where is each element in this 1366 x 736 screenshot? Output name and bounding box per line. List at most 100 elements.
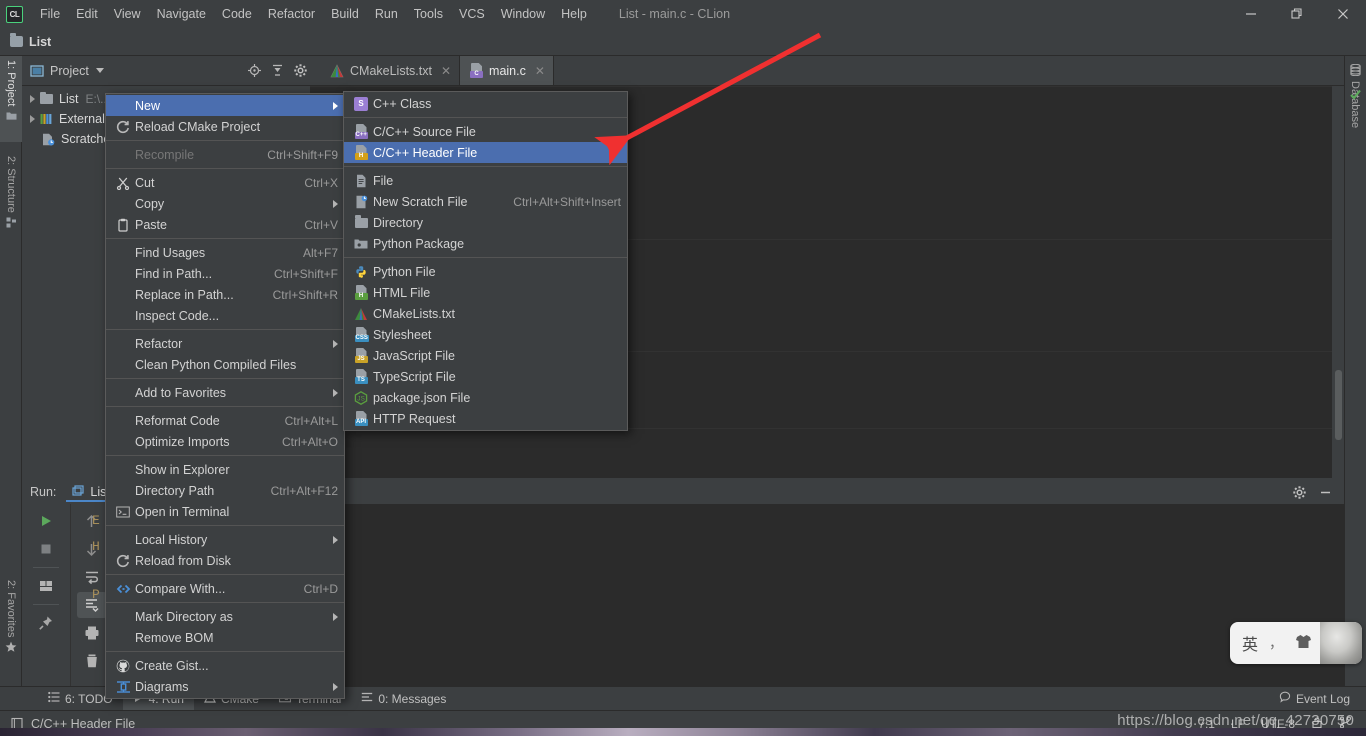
sidebar-item-favorites[interactable]: 2: Favorites xyxy=(0,576,22,680)
context-menu-item-label: Reformat Code xyxy=(135,414,271,428)
context-menu-item-label: Paste xyxy=(135,218,290,232)
context-menu-item-diagrams[interactable]: Diagrams xyxy=(106,676,344,697)
context-menu-item-show-in-explorer[interactable]: Show in Explorer xyxy=(106,459,344,480)
context-menu-item-reload-cmake-project[interactable]: Reload CMake Project xyxy=(106,116,344,137)
editor-error-stripe[interactable] xyxy=(1332,86,1344,478)
new-submenu-item-python-file[interactable]: Python File xyxy=(344,261,627,282)
stop-icon[interactable] xyxy=(31,536,61,562)
layout-icon[interactable] xyxy=(31,573,61,599)
new-submenu-item-typescript-file[interactable]: TSTypeScript File xyxy=(344,366,627,387)
title-bar: CL FileEditViewNavigateCodeRefactorBuild… xyxy=(0,0,1366,28)
menu-refactor[interactable]: Refactor xyxy=(260,4,323,24)
bottom-tab-messages[interactable]: 0: Messages xyxy=(351,687,456,711)
new-submenu-item-package-json-file[interactable]: JSpackage.json File xyxy=(344,387,627,408)
tab-cmakelists[interactable]: CMakeLists.txt ✕ xyxy=(320,56,460,85)
breadcrumb-project[interactable]: List xyxy=(29,35,51,49)
close-icon[interactable]: ✕ xyxy=(535,64,545,78)
new-submenu-item-c-c-source-file[interactable]: C++C/C++ Source File xyxy=(344,121,627,142)
menu-edit[interactable]: Edit xyxy=(68,4,106,24)
menu-window[interactable]: Window xyxy=(493,4,553,24)
new-submenu-item-javascript-file[interactable]: JSJavaScript File xyxy=(344,345,627,366)
new-submenu-item-new-scratch-file[interactable]: New Scratch FileCtrl+Alt+Shift+Insert xyxy=(344,191,627,212)
context-menu-item-directory-path[interactable]: Directory PathCtrl+Alt+F12 xyxy=(106,480,344,501)
chevron-right-icon[interactable] xyxy=(30,95,35,103)
event-log-button[interactable]: Event Log xyxy=(1269,687,1366,711)
new-submenu-item-html-file[interactable]: HHTML File xyxy=(344,282,627,303)
context-menu-item-shortcut: Ctrl+Alt+L xyxy=(285,414,338,428)
new-submenu-item-http-request[interactable]: APIHTTP Request xyxy=(344,408,627,429)
context-menu-item-refactor[interactable]: Refactor xyxy=(106,333,344,354)
left-tab-label: 2: Favorites xyxy=(5,580,17,637)
new-submenu-item-file[interactable]: File xyxy=(344,170,627,191)
editor-scrollbar-thumb[interactable] xyxy=(1335,370,1342,440)
chevron-down-icon[interactable] xyxy=(96,68,104,73)
shirt-icon[interactable] xyxy=(1295,634,1312,652)
menu-file[interactable]: File xyxy=(32,4,68,24)
sidebar-item-project[interactable]: 1: Project xyxy=(0,56,22,142)
ime-floating-bar[interactable]: 英 ， xyxy=(1230,622,1362,664)
context-menu[interactable]: NewReload CMake ProjectRecompileCtrl+Shi… xyxy=(105,93,345,699)
minimize-icon[interactable] xyxy=(1228,0,1274,28)
context-menu-item-mark-directory-as[interactable]: Mark Directory as xyxy=(106,606,344,627)
event-log-label: Event Log xyxy=(1296,692,1350,706)
collapse-all-icon[interactable] xyxy=(266,60,288,82)
new-submenu-item-c-c-header-file[interactable]: HC/C++ Header File xyxy=(344,142,627,163)
tab-main-c[interactable]: C main.c ✕ xyxy=(460,56,554,85)
new-submenu-item-cmakelists-txt[interactable]: CMakeLists.txt xyxy=(344,303,627,324)
context-menu-item-inspect-code[interactable]: Inspect Code... xyxy=(106,305,344,326)
context-menu-item-local-history[interactable]: Local History xyxy=(106,529,344,550)
tab-label: CMakeLists.txt xyxy=(350,64,432,78)
menu-code[interactable]: Code xyxy=(214,4,260,24)
context-menu-item-clean-python-compiled-files[interactable]: Clean Python Compiled Files xyxy=(106,354,344,375)
menu-run[interactable]: Run xyxy=(367,4,406,24)
context-menu-item-cut[interactable]: CutCtrl+X xyxy=(106,172,344,193)
submenu-arrow-icon xyxy=(333,683,338,691)
context-menu-item-find-usages[interactable]: Find UsagesAlt+F7 xyxy=(106,242,344,263)
menu-separator xyxy=(344,166,627,167)
menu-tools[interactable]: Tools xyxy=(406,4,451,24)
context-menu-item-replace-in-path[interactable]: Replace in Path...Ctrl+Shift+R xyxy=(106,284,344,305)
context-menu-item-new[interactable]: New xyxy=(106,95,344,116)
context-menu-item-compare-with[interactable]: Compare With...Ctrl+D xyxy=(106,578,344,599)
sidebar-item-structure[interactable]: 2: Structure xyxy=(0,152,22,256)
folder-icon xyxy=(10,36,23,47)
settings-icon[interactable] xyxy=(1288,481,1310,503)
restore-icon[interactable] xyxy=(1274,0,1320,28)
menu-navigate[interactable]: Navigate xyxy=(149,4,214,24)
menu-help[interactable]: Help xyxy=(553,4,595,24)
ime-punctuation-toggle[interactable]: ， xyxy=(1269,633,1283,653)
new-submenu-item-stylesheet[interactable]: CSSStylesheet xyxy=(344,324,627,345)
pin-icon[interactable] xyxy=(31,610,61,636)
menu-view[interactable]: View xyxy=(106,4,149,24)
context-menu-item-reload-from-disk[interactable]: Reload from Disk xyxy=(106,550,344,571)
new-submenu-item-label: Stylesheet xyxy=(373,328,621,342)
clear-all-icon[interactable] xyxy=(77,648,107,674)
context-menu-item-open-in-terminal[interactable]: Open in Terminal xyxy=(106,501,344,522)
new-submenu[interactable]: SC++ Class C++C/C++ Source FileHC/C++ Hea… xyxy=(343,91,628,431)
project-window-title[interactable]: Project xyxy=(50,64,89,78)
context-menu-item-find-in-path[interactable]: Find in Path...Ctrl+Shift+F xyxy=(106,263,344,284)
new-submenu-item-c-class[interactable]: SC++ Class xyxy=(344,93,627,114)
context-menu-item-paste[interactable]: PasteCtrl+V xyxy=(106,214,344,235)
context-menu-item-add-to-favorites[interactable]: Add to Favorites xyxy=(106,382,344,403)
cat-avatar[interactable] xyxy=(1320,622,1362,664)
menu-build[interactable]: Build xyxy=(323,4,367,24)
context-menu-item-reformat-code[interactable]: Reformat Code Ctrl+Alt+L xyxy=(106,410,344,431)
close-icon[interactable]: ✕ xyxy=(441,64,451,78)
project-toolwindow-header: Project xyxy=(22,56,340,86)
settings-icon[interactable] xyxy=(289,60,311,82)
new-submenu-item-python-package[interactable]: Python Package xyxy=(344,233,627,254)
hide-icon[interactable] xyxy=(1314,481,1336,503)
menu-vcs[interactable]: VCS xyxy=(451,4,493,24)
rerun-icon[interactable] xyxy=(31,508,61,534)
ime-mode-label[interactable]: 英 xyxy=(1242,631,1258,655)
context-menu-item-create-gist[interactable]: Create Gist... xyxy=(106,655,344,676)
context-menu-item-copy[interactable]: Copy xyxy=(106,193,344,214)
close-icon[interactable] xyxy=(1320,0,1366,28)
chevron-right-icon[interactable] xyxy=(30,115,35,123)
context-menu-item-remove-bom[interactable]: Remove BOM xyxy=(106,627,344,648)
locate-icon[interactable] xyxy=(243,60,265,82)
context-menu-item-optimize-imports[interactable]: Optimize ImportsCtrl+Alt+O xyxy=(106,431,344,452)
new-submenu-item-directory[interactable]: Directory xyxy=(344,212,627,233)
file-icon xyxy=(352,174,370,188)
